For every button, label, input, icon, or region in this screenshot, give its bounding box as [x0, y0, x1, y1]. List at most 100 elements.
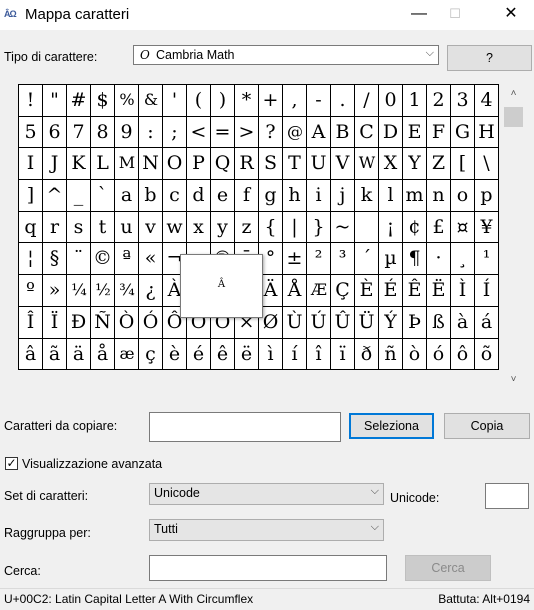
- char-cell[interactable]: Ý: [379, 306, 403, 339]
- char-cell[interactable]: §: [43, 243, 67, 276]
- char-cell[interactable]: ì: [259, 338, 283, 371]
- char-cell[interactable]: y: [211, 211, 235, 244]
- char-cell[interactable]: º: [19, 275, 43, 307]
- char-cell[interactable]: C: [355, 116, 379, 149]
- char-cell[interactable]: ç: [139, 338, 163, 371]
- char-cell[interactable]: ª: [115, 243, 139, 276]
- char-cell[interactable]: o: [451, 180, 475, 212]
- char-cell[interactable]: \: [475, 148, 499, 181]
- char-cell[interactable]: N: [139, 148, 163, 181]
- char-cell[interactable]: *: [235, 85, 259, 117]
- search-input[interactable]: [149, 555, 387, 581]
- char-cell[interactable]: @: [283, 116, 307, 149]
- char-cell[interactable]: ´: [355, 243, 379, 276]
- char-cell[interactable]: x: [187, 211, 211, 244]
- char-cell[interactable]: j: [331, 180, 355, 212]
- char-cell[interactable]: s: [67, 211, 91, 244]
- char-cell[interactable]: 5: [19, 116, 43, 149]
- char-cell[interactable]: ³: [331, 243, 355, 276]
- char-cell[interactable]: n: [427, 180, 451, 212]
- char-cell[interactable]: O: [163, 148, 187, 181]
- char-cell[interactable]: ¨: [67, 243, 91, 276]
- char-cell[interactable]: :: [139, 116, 163, 149]
- char-cell[interactable]: k: [355, 180, 379, 212]
- char-cell[interactable]: Ó: [139, 306, 163, 339]
- char-cell[interactable]: q: [19, 211, 43, 244]
- char-cell[interactable]: ': [163, 85, 187, 117]
- scrollbar-thumb[interactable]: [504, 107, 523, 127]
- char-cell[interactable]: }: [307, 211, 331, 244]
- char-cell[interactable]: Í: [475, 275, 499, 307]
- char-cell[interactable]: Ì: [451, 275, 475, 307]
- char-cell[interactable]: 7: [67, 116, 91, 149]
- char-cell[interactable]: U: [307, 148, 331, 181]
- char-cell[interactable]: T: [283, 148, 307, 181]
- char-cell[interactable]: 6: [43, 116, 67, 149]
- char-cell[interactable]: w: [163, 211, 187, 244]
- char-cell[interactable]: ¿: [139, 275, 163, 307]
- char-cell[interactable]: f: [235, 180, 259, 212]
- char-cell[interactable]: [: [451, 148, 475, 181]
- char-cell[interactable]: P: [187, 148, 211, 181]
- char-cell[interactable]: ²: [307, 243, 331, 276]
- char-cell[interactable]: A: [307, 116, 331, 149]
- char-cell[interactable]: Ï: [43, 306, 67, 339]
- char-cell[interactable]: ¼: [67, 275, 91, 307]
- char-cell[interactable]: p: [475, 180, 499, 212]
- char-cell[interactable]: ð: [355, 338, 379, 371]
- char-cell[interactable]: 9: [115, 116, 139, 149]
- char-cell[interactable]: _: [67, 180, 91, 212]
- char-cell[interactable]: Ú: [307, 306, 331, 339]
- char-cell[interactable]: R: [235, 148, 259, 181]
- char-cell[interactable]: V: [331, 148, 355, 181]
- char-cell[interactable]: E: [403, 116, 427, 149]
- unicode-input[interactable]: [485, 483, 529, 509]
- char-cell[interactable]: F: [427, 116, 451, 149]
- char-cell[interactable]: K: [67, 148, 91, 181]
- char-cell[interactable]: $: [91, 85, 115, 117]
- char-cell[interactable]: m: [403, 180, 427, 212]
- char-cell[interactable]: i: [307, 180, 331, 212]
- char-cell[interactable]: ß: [427, 306, 451, 339]
- char-cell[interactable]: Ë: [427, 275, 451, 307]
- char-cell[interactable]: ]: [19, 180, 43, 212]
- search-button[interactable]: Cerca: [405, 555, 491, 581]
- char-cell[interactable]: b: [139, 180, 163, 212]
- char-cell[interactable]: t: [91, 211, 115, 244]
- char-cell[interactable]: =: [211, 116, 235, 149]
- char-cell[interactable]: ?: [259, 116, 283, 149]
- char-cell[interactable]: ^: [43, 180, 67, 212]
- char-cell[interactable]: Ù: [283, 306, 307, 339]
- char-cell[interactable]: d: [187, 180, 211, 212]
- char-cell[interactable]: è: [163, 338, 187, 371]
- char-cell[interactable]: È: [355, 275, 379, 307]
- char-cell[interactable]: M: [115, 148, 139, 181]
- char-cell[interactable]: ¾: [115, 275, 139, 307]
- scroll-up-arrow-icon[interactable]: ˄: [503, 88, 524, 102]
- charset-dropdown[interactable]: Unicode ⌵: [149, 483, 384, 505]
- char-cell[interactable]: «: [139, 243, 163, 276]
- char-cell[interactable]: Î: [19, 306, 43, 339]
- char-cell[interactable]: ©: [91, 243, 115, 276]
- char-cell[interactable]: â: [19, 338, 43, 371]
- char-cell[interactable]: <: [187, 116, 211, 149]
- char-cell[interactable]: ½: [91, 275, 115, 307]
- char-cell[interactable]: Æ: [307, 275, 331, 307]
- char-cell[interactable]: »: [43, 275, 67, 307]
- char-cell[interactable]: v: [139, 211, 163, 244]
- char-cell[interactable]: õ: [475, 338, 499, 371]
- char-cell[interactable]: [355, 211, 379, 244]
- char-cell[interactable]: Ê: [403, 275, 427, 307]
- char-cell[interactable]: g: [259, 180, 283, 212]
- char-cell[interactable]: ë: [235, 338, 259, 371]
- char-cell[interactable]: Û: [331, 306, 355, 339]
- char-cell[interactable]: ¡: [379, 211, 403, 244]
- char-cell[interactable]: J: [43, 148, 67, 181]
- char-cell[interactable]: ;: [163, 116, 187, 149]
- char-cell[interactable]: ): [211, 85, 235, 117]
- char-cell[interactable]: ¢: [403, 211, 427, 244]
- char-cell[interactable]: 1: [403, 85, 427, 117]
- char-cell[interactable]: H: [475, 116, 499, 149]
- char-cell[interactable]: ,: [283, 85, 307, 117]
- char-cell[interactable]: É: [379, 275, 403, 307]
